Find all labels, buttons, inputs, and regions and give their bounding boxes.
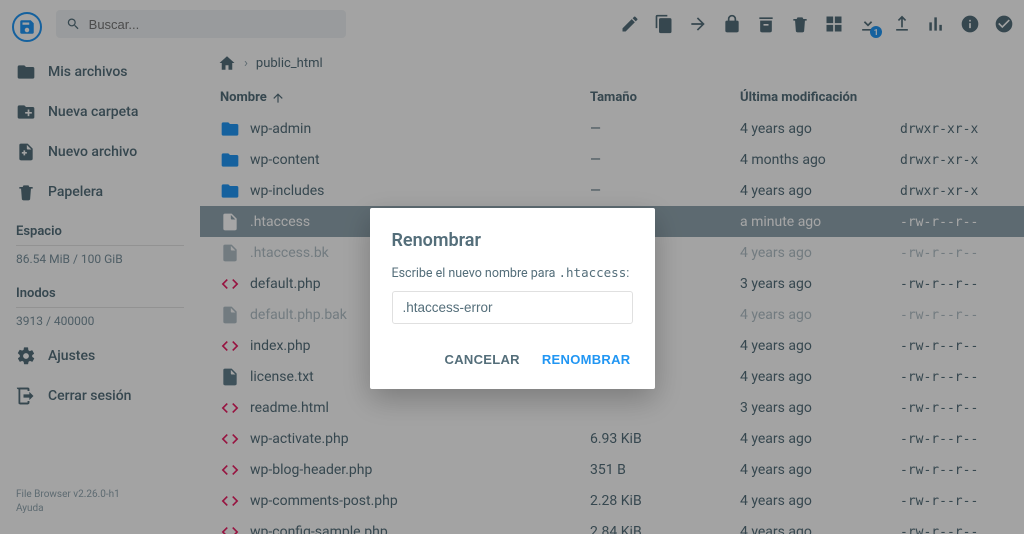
rename-modal: Renombrar Escribe el nuevo nombre para .… [370,208,655,389]
cancel-button[interactable]: CANCELAR [443,346,522,373]
modal-prompt: Escribe el nuevo nombre para .htaccess: [392,265,633,281]
rename-input[interactable] [392,291,633,324]
modal-actions: CANCELAR RENOMBRAR [392,346,633,373]
modal-title: Renombrar [392,230,633,251]
modal-overlay[interactable]: Renombrar Escribe el nuevo nombre para .… [0,0,1024,534]
confirm-button[interactable]: RENOMBRAR [540,346,633,373]
